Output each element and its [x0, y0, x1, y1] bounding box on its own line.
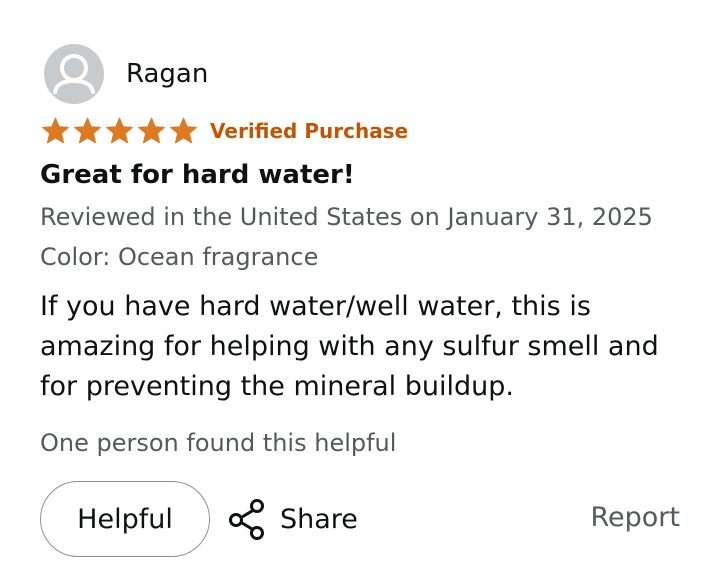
avatar: [44, 44, 104, 104]
share-icon: [229, 499, 264, 540]
star-rating: [40, 117, 200, 145]
star-icon: [138, 117, 165, 144]
product-variant: Color: Ocean fragrance: [40, 243, 319, 271]
rating-row: Verified Purchase: [40, 117, 408, 145]
review-date: Reviewed in the United States on January…: [40, 203, 653, 231]
verified-purchase-badge: Verified Purchase: [210, 119, 409, 143]
star-icon: [106, 117, 133, 144]
share-label: Share: [280, 503, 358, 535]
report-link[interactable]: Report: [590, 502, 680, 533]
reviewer-name: Ragan: [126, 59, 209, 89]
star-icon: [74, 117, 101, 144]
review-card: Ragan Verified Purchase Great for hard w…: [0, 0, 720, 581]
share-button[interactable]: Share: [226, 494, 358, 544]
review-title: Great for hard water!: [40, 160, 355, 190]
helpful-count: One person found this helpful: [40, 429, 397, 457]
user-silhouette-icon: [53, 54, 95, 94]
star-icon: [170, 117, 197, 144]
reviewer-profile[interactable]: Ragan: [44, 44, 208, 104]
review-body: If you have hard water/well water, this …: [40, 291, 659, 402]
helpful-button[interactable]: Helpful: [40, 481, 210, 557]
star-icon: [42, 117, 69, 144]
